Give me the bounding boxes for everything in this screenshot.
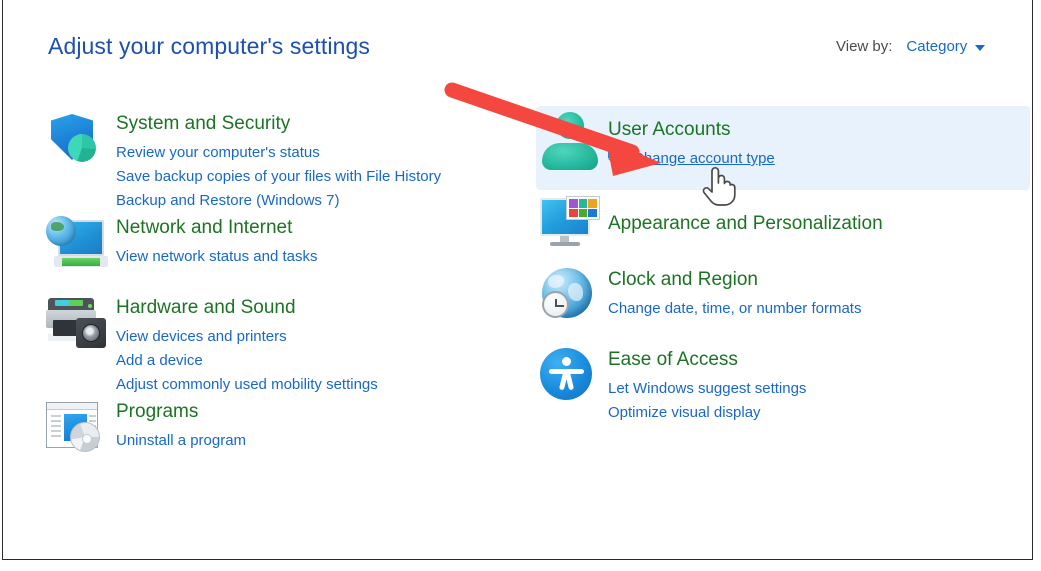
color-swatch-grid bbox=[566, 196, 600, 220]
category-programs[interactable]: Programs Uninstall a program bbox=[44, 392, 524, 472]
programs-disc-icon bbox=[44, 398, 108, 458]
category-hardware-and-sound[interactable]: Hardware and Sound View devices and prin… bbox=[44, 288, 524, 393]
category-title[interactable]: User Accounts bbox=[608, 118, 775, 142]
link-change-date-time-formats[interactable]: Change date, time, or number formats bbox=[608, 297, 861, 320]
uac-shield-icon bbox=[608, 148, 627, 169]
link-change-account-type[interactable]: Change account type bbox=[633, 147, 775, 170]
accessibility-icon bbox=[536, 346, 600, 406]
category-network-and-internet[interactable]: Network and Internet View network status… bbox=[44, 208, 524, 288]
link-review-computer-status[interactable]: Review your computer's status bbox=[116, 141, 320, 164]
chevron-down-icon[interactable] bbox=[975, 45, 986, 51]
link-let-windows-suggest-settings[interactable]: Let Windows suggest settings bbox=[608, 377, 806, 400]
window-border-left bbox=[2, 0, 3, 560]
category-user-accounts[interactable]: User Accounts Change account type bbox=[536, 104, 1033, 188]
link-change-account-type-row[interactable]: Change account type bbox=[608, 147, 775, 170]
user-account-icon bbox=[536, 110, 600, 170]
network-monitor-icon bbox=[44, 214, 108, 274]
link-file-history[interactable]: Save backup copies of your files with Fi… bbox=[116, 165, 441, 188]
category-title[interactable]: Network and Internet bbox=[116, 216, 318, 240]
shield-icon bbox=[44, 110, 108, 170]
category-title[interactable]: Programs bbox=[116, 400, 246, 424]
link-add-a-device[interactable]: Add a device bbox=[116, 349, 203, 372]
category-title[interactable]: Clock and Region bbox=[608, 268, 861, 292]
category-clock-and-region[interactable]: Clock and Region Change date, time, or n… bbox=[536, 260, 1033, 340]
category-ease-of-access[interactable]: Ease of Access Let Windows suggest setti… bbox=[536, 340, 1033, 430]
link-uninstall-a-program[interactable]: Uninstall a program bbox=[116, 429, 246, 452]
link-view-devices-and-printers[interactable]: View devices and printers bbox=[116, 325, 287, 348]
monitor-palette-icon bbox=[536, 194, 600, 254]
category-column-left: System and Security Review your computer… bbox=[44, 104, 524, 472]
globe-clock-icon bbox=[536, 266, 600, 326]
page-title: Adjust your computer's settings bbox=[48, 33, 370, 59]
link-optimize-visual-display[interactable]: Optimize visual display bbox=[608, 401, 761, 424]
category-title[interactable]: Hardware and Sound bbox=[116, 296, 378, 320]
link-view-network-status[interactable]: View network status and tasks bbox=[116, 245, 318, 268]
view-by-label: View by: bbox=[836, 38, 893, 55]
control-panel-window: Adjust your computer's settings View by:… bbox=[0, 0, 1041, 571]
view-by-value[interactable]: Category bbox=[906, 38, 967, 55]
category-title[interactable]: Appearance and Personalization bbox=[608, 212, 883, 236]
category-title[interactable]: System and Security bbox=[116, 112, 441, 136]
window-border-bottom bbox=[2, 559, 1033, 560]
printer-speaker-icon bbox=[44, 294, 108, 354]
category-title[interactable]: Ease of Access bbox=[608, 348, 806, 372]
category-appearance-and-personalization[interactable]: Appearance and Personalization bbox=[536, 188, 1033, 260]
view-by-control: View by: Category bbox=[836, 38, 986, 55]
category-column-right: User Accounts Change account type Appear… bbox=[536, 104, 1033, 430]
category-system-and-security[interactable]: System and Security Review your computer… bbox=[44, 104, 524, 209]
